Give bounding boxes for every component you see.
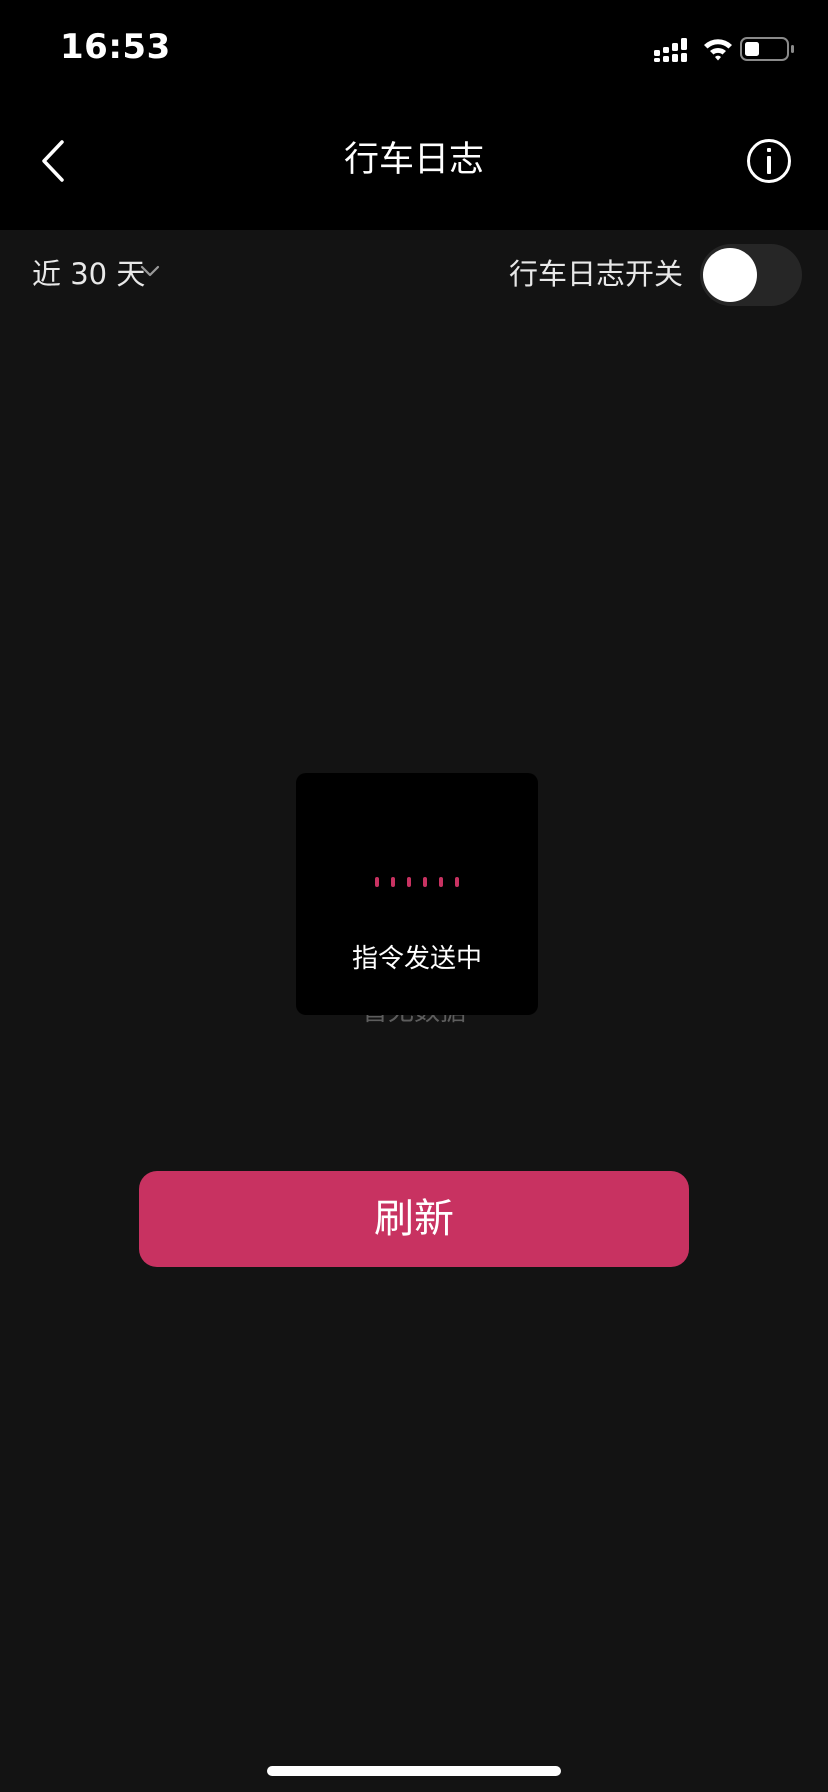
loading-dot	[455, 877, 459, 887]
battery-icon	[740, 37, 794, 61]
loading-dot	[375, 877, 379, 887]
filter-row: 近 30 天 行车日志开关	[0, 230, 828, 320]
status-icons	[654, 34, 794, 64]
loading-dot	[407, 877, 411, 887]
loading-dot	[391, 877, 395, 887]
driving-log-switch-label: 行车日志开关	[508, 257, 683, 291]
period-selector[interactable]: 近 30 天	[32, 254, 145, 294]
driving-log-toggle[interactable]	[700, 244, 802, 306]
info-circle-icon[interactable]	[746, 138, 792, 184]
app-screen: 16:53 行车日志 近 30 天 行车日志开关 指令发送中 刷新	[0, 0, 828, 1792]
refresh-button[interactable]: 刷新	[139, 1171, 689, 1267]
status-time: 16:53	[60, 27, 171, 67]
top-bar: 16:53 行车日志	[0, 0, 828, 230]
wifi-icon	[704, 39, 732, 61]
chevron-down-icon[interactable]	[140, 264, 160, 278]
cellular-signal-icon	[654, 38, 687, 62]
loading-toast: 指令发送中	[296, 773, 538, 1015]
page-title: 行车日志	[343, 140, 484, 180]
home-indicator	[267, 1766, 561, 1776]
loading-spinner	[296, 877, 538, 887]
loading-toast-text: 指令发送中	[351, 944, 482, 974]
loading-dot	[423, 877, 427, 887]
toggle-knob	[703, 248, 757, 302]
loading-dot	[439, 877, 443, 887]
